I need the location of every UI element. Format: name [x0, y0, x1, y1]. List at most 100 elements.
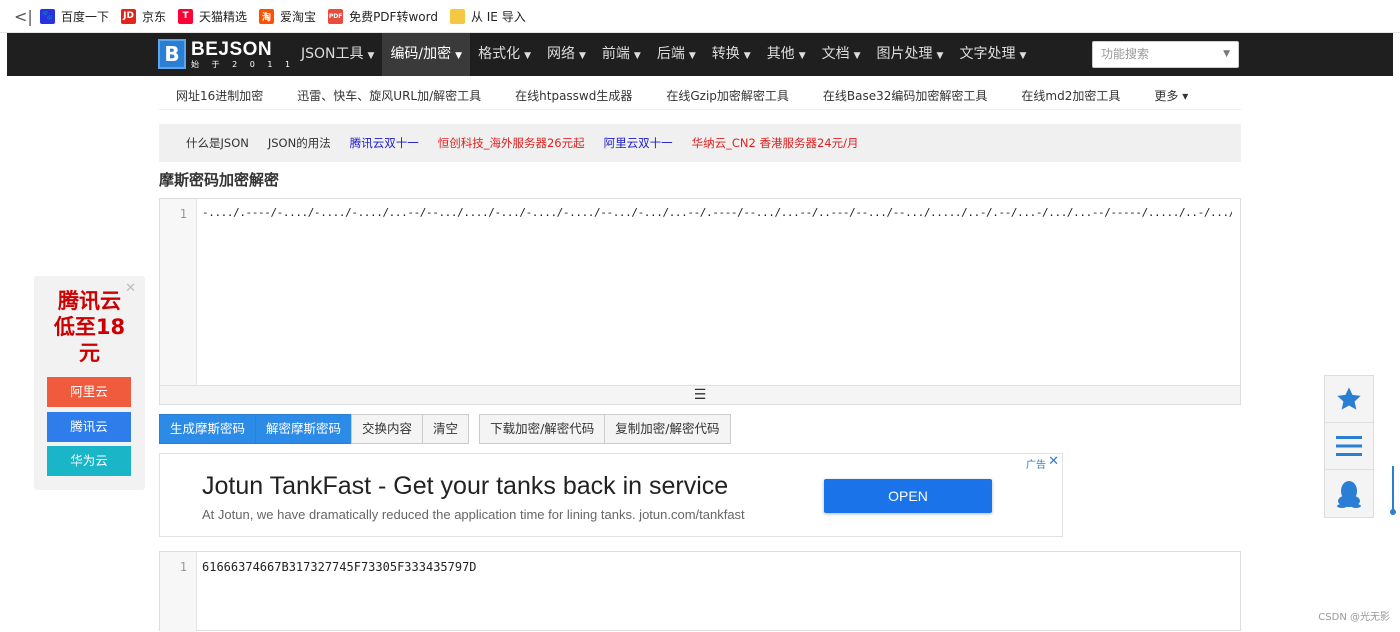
promo-link[interactable]: 恒创科技_海外服务器26元起	[438, 135, 585, 151]
caret-down-icon: ▼	[688, 51, 696, 61]
subnav-link[interactable]: 迅雷、快车、旋风URL加/解密工具	[297, 87, 481, 104]
download-code-button[interactable]: 下载加密/解密代码	[479, 414, 606, 444]
nav-item[interactable]: 前端 ▼	[594, 33, 649, 76]
ad-banner[interactable]: Jotun TankFast - Get your tanks back in …	[159, 453, 1063, 537]
caret-down-icon: ▼	[936, 51, 944, 61]
favorite-button[interactable]	[1325, 376, 1373, 423]
side-ad-title-text: 腾讯云低至18元	[53, 289, 126, 365]
nav-item[interactable]: 文字处理 ▼	[951, 33, 1034, 76]
nav-item-label: 转换	[711, 46, 740, 62]
subnav-link[interactable]: 网址16进制加密	[176, 87, 263, 104]
ad-open-button[interactable]: OPEN	[824, 479, 992, 513]
caret-down-icon: ▼	[367, 51, 375, 61]
jd-icon: JD	[121, 8, 137, 24]
tencent-cloud-button[interactable]: 腾讯云	[47, 412, 131, 442]
promo-link[interactable]: JSON的用法	[268, 135, 331, 151]
ad-title[interactable]: Jotun TankFast - Get your tanks back in …	[202, 472, 728, 501]
nav-item[interactable]: 文档 ▼	[814, 33, 869, 76]
bookmark-label: 免费PDF转word	[349, 9, 438, 24]
nav-item-label: 文档	[821, 46, 850, 62]
huawei-cloud-button[interactable]: 华为云	[47, 446, 131, 476]
nav-item[interactable]: 编码/加密 ▼	[382, 33, 471, 76]
aliyun-button[interactable]: 阿里云	[47, 377, 131, 407]
line-number: 1	[179, 207, 187, 221]
subnav-link-label: 在线Gzip加密解密工具	[666, 89, 789, 103]
action-buttons: 生成摩斯密码 解密摩斯密码 交换内容 清空 下载加密/解密代码 复制加密/解密代…	[159, 414, 731, 444]
subnav-link[interactable]: 在线Base32编码加密解密工具	[823, 87, 988, 104]
subnav-link[interactable]: 在线htpasswd生成器	[515, 87, 632, 104]
swap-content-button[interactable]: 交换内容	[351, 414, 424, 444]
generate-morse-button[interactable]: 生成摩斯密码	[159, 414, 257, 444]
subnav-link-label: 网址16进制加密	[176, 89, 264, 103]
menu-button[interactable]	[1325, 423, 1373, 470]
nav-item-label: 后端	[656, 46, 685, 62]
tmall-icon: T	[178, 8, 194, 24]
taobao-icon: 淘	[259, 8, 275, 24]
bejson-logo[interactable]: B BEJSON 始 于 2 0 1 1	[158, 39, 295, 69]
caret-down-icon: ▼	[853, 51, 861, 61]
nav-item[interactable]: 网络 ▼	[539, 33, 594, 76]
promo-link[interactable]: 什么是JSON	[186, 135, 249, 151]
qq-button[interactable]	[1325, 470, 1373, 517]
line-gutter: 1	[160, 199, 197, 386]
clear-button[interactable]: 清空	[422, 414, 470, 444]
bookmark-item[interactable]: PDF 免费PDF转word	[328, 8, 438, 25]
morse-input-editor[interactable]: 1 -..../.----/-..../-..../-..../...--/--…	[159, 198, 1241, 405]
menu-icon: ☰	[693, 387, 707, 403]
nav-item-label: JSON工具	[301, 46, 364, 62]
logo-subtitle: 始 于 2 0 1 1	[191, 59, 296, 69]
promo-link-bar: 什么是JSON JSON的用法 腾讯云双十一 恒创科技_海外服务器26元起 阿里云双十一…	[159, 124, 1241, 162]
baidu-paw-icon: 🐾	[40, 8, 55, 24]
scrollbar-thumb[interactable]	[1390, 466, 1396, 516]
morse-output-editor[interactable]: 1 61666374667B317327745F73305F333435797D	[159, 551, 1241, 632]
subnav-link[interactable]: 在线Gzip加密解密工具	[666, 87, 789, 104]
subnav-link[interactable]: 更多 ▾	[1154, 87, 1188, 104]
bookmark-item[interactable]: 淘爱淘宝	[259, 8, 316, 25]
bookmark-label: 京东	[142, 9, 167, 24]
logo-mark: B	[158, 39, 186, 69]
qq-penguin-icon	[1337, 480, 1361, 508]
subnav-link-label: 更多	[1154, 89, 1179, 103]
promo-link[interactable]: 华纳云_CN2 香港服务器24元/月	[692, 135, 859, 151]
promo-link[interactable]: 阿里云双十一	[604, 135, 673, 151]
copy-code-button[interactable]: 复制加密/解密代码	[604, 414, 731, 444]
ad-label[interactable]: 广告	[1026, 456, 1046, 471]
nav-item[interactable]: 图片处理 ▼	[869, 33, 952, 76]
side-ad: ✕ 腾讯云低至18元 阿里云 腾讯云 华为云	[34, 276, 145, 490]
subnav-link-label: 迅雷、快车、旋风URL加/解密工具	[297, 89, 482, 103]
subnav-link[interactable]: 在线md2加密工具	[1021, 87, 1120, 104]
bookmark-item[interactable]: 从 IE 导入	[449, 8, 526, 25]
bookmark-label: 爱淘宝	[280, 9, 317, 24]
nav-item[interactable]: JSON工具 ▼	[293, 33, 382, 76]
nav-item[interactable]: 后端 ▼	[649, 33, 704, 76]
nav-item[interactable]: 其他 ▼	[759, 33, 814, 76]
caret-down-icon: ▼	[455, 51, 463, 61]
nav-item-label: 编码/加密	[390, 46, 452, 62]
morse-output-text[interactable]: 61666374667B317327745F73305F333435797D	[202, 560, 1232, 574]
sidebar-toggle-icon[interactable]: <|	[14, 7, 33, 26]
bookmark-item[interactable]: 🐾 百度一下	[40, 8, 109, 25]
ad-description[interactable]: At Jotun, we have dramatically reduced t…	[202, 507, 745, 522]
morse-input-text[interactable]: -..../.----/-..../-..../-..../...--/--..…	[202, 206, 1232, 219]
function-search-select[interactable]: 功能搜索 ▼	[1092, 41, 1239, 68]
line-gutter: 1	[160, 552, 197, 632]
promo-link[interactable]: 腾讯云双十一	[350, 135, 419, 151]
caret-down-icon: ▾	[1178, 89, 1189, 103]
nav-item-label: 前端	[601, 46, 630, 62]
nav-item[interactable]: 转换 ▼	[704, 33, 759, 76]
close-icon[interactable]: ✕	[1048, 454, 1059, 469]
bookmark-item[interactable]: T 天猫精选	[178, 8, 247, 25]
line-number: 1	[179, 560, 187, 574]
resize-handle[interactable]: ☰	[160, 385, 1240, 404]
star-icon	[1337, 387, 1361, 410]
nav-item-label: 其他	[766, 46, 795, 62]
subnav-link-label: 在线md2加密工具	[1021, 89, 1121, 103]
decode-morse-button[interactable]: 解密摩斯密码	[255, 414, 353, 444]
caret-down-icon: ▼	[579, 51, 586, 61]
logo-title: BEJSON	[191, 38, 273, 60]
chevron-down-icon: ▼	[1223, 49, 1230, 59]
bookmark-item[interactable]: JD 京东	[121, 8, 166, 25]
side-ad-title: 腾讯云低至18元	[34, 288, 145, 366]
nav-menu: JSON工具 ▼ 编码/加密 ▼ 格式化 ▼ 网络 ▼ 前端 ▼ 后端 ▼ 转换 ▼ 其他 ▼ 文档 ▼ 图片处理 ▼…	[293, 33, 1034, 76]
nav-item[interactable]: 格式化 ▼	[470, 33, 539, 76]
